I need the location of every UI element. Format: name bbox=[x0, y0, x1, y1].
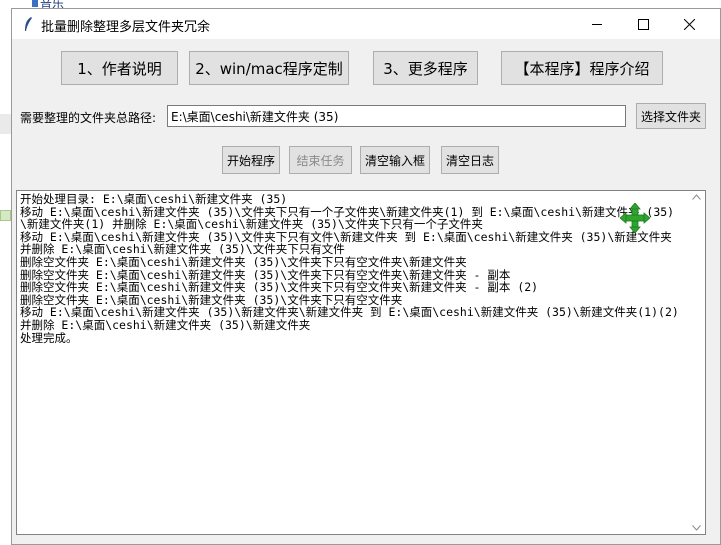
maximize-icon bbox=[637, 18, 649, 30]
app-window: 批量删除整理多层文件夹冗余 1、作者说明 2、win/mac程序定制 3、更多程… bbox=[11, 8, 721, 545]
more-programs-button[interactable]: 3、更多程序 bbox=[373, 51, 478, 85]
background-window-edge bbox=[0, 114, 11, 134]
scroll-down-icon[interactable] bbox=[692, 525, 701, 531]
log-content: 开始处理目录: E:\桌面\ceshi\新建文件夹 (35) 移动 E:\桌面\… bbox=[20, 192, 679, 345]
maximize-button[interactable] bbox=[620, 9, 666, 39]
background-item-label: 音乐 bbox=[40, 0, 65, 8]
stop-task-button[interactable]: 结束任务 bbox=[289, 146, 352, 174]
author-info-button[interactable]: 1、作者说明 bbox=[61, 51, 178, 85]
scroll-up-icon[interactable] bbox=[692, 194, 701, 200]
background-window-strip: 音乐 bbox=[0, 0, 721, 8]
minimize-button[interactable] bbox=[574, 9, 620, 39]
feather-icon bbox=[25, 17, 32, 31]
close-button[interactable] bbox=[666, 9, 712, 39]
program-intro-button[interactable]: 【本程序】程序介绍 bbox=[501, 51, 663, 85]
path-label: 需要整理的文件夹总路径: bbox=[20, 111, 157, 125]
start-button[interactable]: 开始程序 bbox=[222, 146, 280, 174]
move-cursor-icon bbox=[620, 203, 650, 233]
background-window-edge-marker bbox=[0, 210, 11, 221]
minimize-icon bbox=[591, 23, 602, 25]
log-scrollbar[interactable] bbox=[688, 191, 705, 534]
choose-folder-button[interactable]: 选择文件夹 bbox=[636, 103, 706, 129]
log-textarea[interactable]: 开始处理目录: E:\桌面\ceshi\新建文件夹 (35) 移动 E:\桌面\… bbox=[16, 190, 706, 535]
clear-log-button[interactable]: 清空日志 bbox=[441, 146, 499, 174]
custom-program-button[interactable]: 2、win/mac程序定制 bbox=[189, 51, 349, 85]
clear-input-button[interactable]: 清空输入框 bbox=[360, 146, 430, 174]
title-bar[interactable]: 批量删除整理多层文件夹冗余 bbox=[12, 9, 720, 39]
window-title: 批量删除整理多层文件夹冗余 bbox=[41, 20, 211, 35]
close-icon bbox=[683, 18, 695, 30]
path-input[interactable] bbox=[167, 105, 626, 127]
music-folder-icon bbox=[32, 0, 38, 7]
